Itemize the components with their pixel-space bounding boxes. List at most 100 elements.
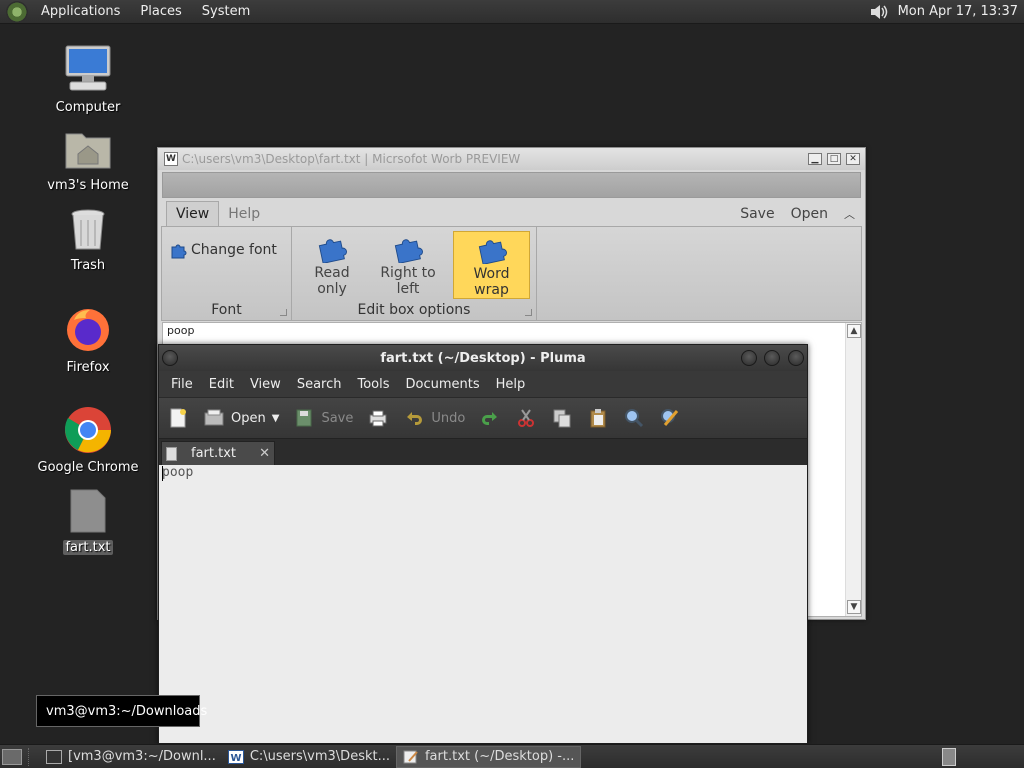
word-ribbon-tabs: View Help Save Open ︿ xyxy=(158,198,865,226)
paste-icon xyxy=(590,409,606,428)
close-button[interactable]: ✕ xyxy=(846,153,860,165)
svg-text:W: W xyxy=(230,753,241,764)
text-caret xyxy=(162,466,163,481)
word-titlebar[interactable]: W C:\users\vm3\Desktop\fart.txt | Micrso… xyxy=(158,148,865,170)
change-font-button[interactable]: Change font xyxy=(169,241,277,259)
menu-tools[interactable]: Tools xyxy=(349,377,397,392)
desktop-icon-firefox[interactable]: Firefox xyxy=(33,306,143,375)
pluma-text-editor[interactable]: poop xyxy=(159,465,807,743)
redo-button[interactable] xyxy=(479,407,501,429)
task-label: fart.txt (~/Desktop) -... xyxy=(424,749,575,764)
menu-system[interactable]: System xyxy=(195,4,257,19)
new-document-icon xyxy=(170,408,186,428)
change-font-label: Change font xyxy=(191,242,277,258)
paste-button[interactable] xyxy=(587,407,609,429)
menu-edit[interactable]: Edit xyxy=(201,377,242,392)
open-button[interactable]: Open xyxy=(791,206,828,222)
replace-button[interactable] xyxy=(659,407,681,429)
menu-search[interactable]: Search xyxy=(289,377,350,392)
mate-menu-logo-icon[interactable] xyxy=(6,0,28,23)
open-label: Open xyxy=(231,410,266,426)
word-app-icon: W xyxy=(164,152,178,166)
tab-view[interactable]: View xyxy=(166,201,220,226)
open-dropdown-icon[interactable]: ▼ xyxy=(272,413,280,424)
home-folder-icon xyxy=(65,133,111,169)
task-label: [vm3@vm3:~/Downl... xyxy=(68,749,216,764)
text-file-icon xyxy=(70,489,106,533)
save-label: Save xyxy=(321,410,354,426)
copy-button[interactable] xyxy=(551,407,573,429)
font-dialog-launcher-icon[interactable] xyxy=(280,309,287,316)
close-button[interactable] xyxy=(788,350,804,366)
menu-help[interactable]: Help xyxy=(488,377,534,392)
menu-documents[interactable]: Documents xyxy=(398,377,488,392)
panel-separator xyxy=(28,747,34,766)
puzzle-icon xyxy=(394,239,423,263)
task-pluma[interactable]: fart.txt (~/Desktop) -... xyxy=(395,745,582,768)
close-tab-icon[interactable]: ✕ xyxy=(259,446,270,461)
right-to-left-button[interactable]: Right to left xyxy=(368,231,448,297)
word-wrap-button[interactable]: Word wrap xyxy=(453,231,530,299)
read-only-button[interactable]: Read only xyxy=(298,231,366,297)
pluma-window: fart.txt (~/Desktop) - Pluma File Edit V… xyxy=(158,344,808,744)
options-dialog-launcher-icon[interactable] xyxy=(525,309,532,316)
right-to-left-label: Right to left xyxy=(380,265,436,297)
undo-icon xyxy=(407,412,423,425)
undo-label: Undo xyxy=(431,410,466,426)
desktop-icon-label: Trash xyxy=(70,258,106,273)
scroll-down-icon[interactable]: ▼ xyxy=(847,600,861,614)
menu-view[interactable]: View xyxy=(242,377,289,392)
pluma-menubar: File Edit View Search Tools Documents He… xyxy=(159,371,807,397)
find-button[interactable] xyxy=(623,407,645,429)
taskbar-tooltip: vm3@vm3:~/Downloads xyxy=(36,695,207,727)
desktop-icon-chrome[interactable]: Google Chrome xyxy=(33,406,143,475)
clock[interactable]: Mon Apr 17, 13:37 xyxy=(898,4,1018,19)
window-menu-icon[interactable] xyxy=(162,350,178,366)
undo-button[interactable]: Undo xyxy=(403,407,465,429)
save-button[interactable]: Save xyxy=(293,407,353,429)
word-document-text: poop xyxy=(167,324,195,337)
collapse-ribbon-icon[interactable]: ︿ xyxy=(844,206,855,222)
desktop-icon-computer[interactable]: Computer xyxy=(33,44,143,115)
show-desktop-icon[interactable] xyxy=(2,748,22,765)
menu-places[interactable]: Places xyxy=(133,4,188,19)
menu-file[interactable]: File xyxy=(163,377,201,392)
desktop-icon-label: Google Chrome xyxy=(37,460,139,475)
maximize-button[interactable] xyxy=(764,350,780,366)
minimize-button[interactable] xyxy=(741,350,757,366)
open-icon xyxy=(204,409,224,426)
pluma-titlebar[interactable]: fart.txt (~/Desktop) - Pluma xyxy=(159,345,807,371)
minimize-button[interactable]: ▁ xyxy=(808,153,822,165)
chrome-icon xyxy=(65,407,111,453)
tab-fart-txt[interactable]: fart.txt ✕ xyxy=(161,441,275,465)
print-button[interactable] xyxy=(367,407,389,429)
firefox-icon xyxy=(67,309,109,351)
desktop-icon-label: Computer xyxy=(55,100,121,115)
font-group-label: Font xyxy=(211,302,242,318)
desktop-icon-fart-txt[interactable]: fart.txt xyxy=(33,488,143,555)
new-button[interactable] xyxy=(167,407,189,429)
volume-icon[interactable] xyxy=(868,2,890,22)
menu-applications[interactable]: Applications xyxy=(34,4,127,19)
maximize-button[interactable]: □ xyxy=(827,153,841,165)
desktop-icon-label: fart.txt xyxy=(63,540,113,555)
pluma-document-text: poop xyxy=(162,465,194,480)
workspace-switcher[interactable] xyxy=(942,747,956,766)
terminal-icon xyxy=(46,749,62,764)
task-word[interactable]: W C:\users\vm3\Deskt... xyxy=(222,746,396,768)
desktop-icon-home[interactable]: vm3's Home xyxy=(33,128,143,193)
task-terminal[interactable]: [vm3@vm3:~/Downl... xyxy=(40,746,222,768)
open-button[interactable]: Open ▼ xyxy=(203,407,279,429)
trash-icon xyxy=(71,209,105,250)
tab-help[interactable]: Help xyxy=(219,202,269,226)
copy-icon xyxy=(553,409,571,428)
save-button[interactable]: Save xyxy=(740,206,774,222)
desktop-icon-label: vm3's Home xyxy=(47,178,129,193)
puzzle-icon xyxy=(171,244,187,259)
bottom-panel: [vm3@vm3:~/Downl... W C:\users\vm3\Deskt… xyxy=(0,744,1024,768)
scroll-up-icon[interactable]: ▲ xyxy=(847,324,861,338)
cut-button[interactable] xyxy=(515,407,537,429)
vertical-scrollbar[interactable]: ▲ ▼ xyxy=(845,323,861,616)
computer-icon xyxy=(65,45,111,91)
desktop-icon-trash[interactable]: Trash xyxy=(33,208,143,273)
